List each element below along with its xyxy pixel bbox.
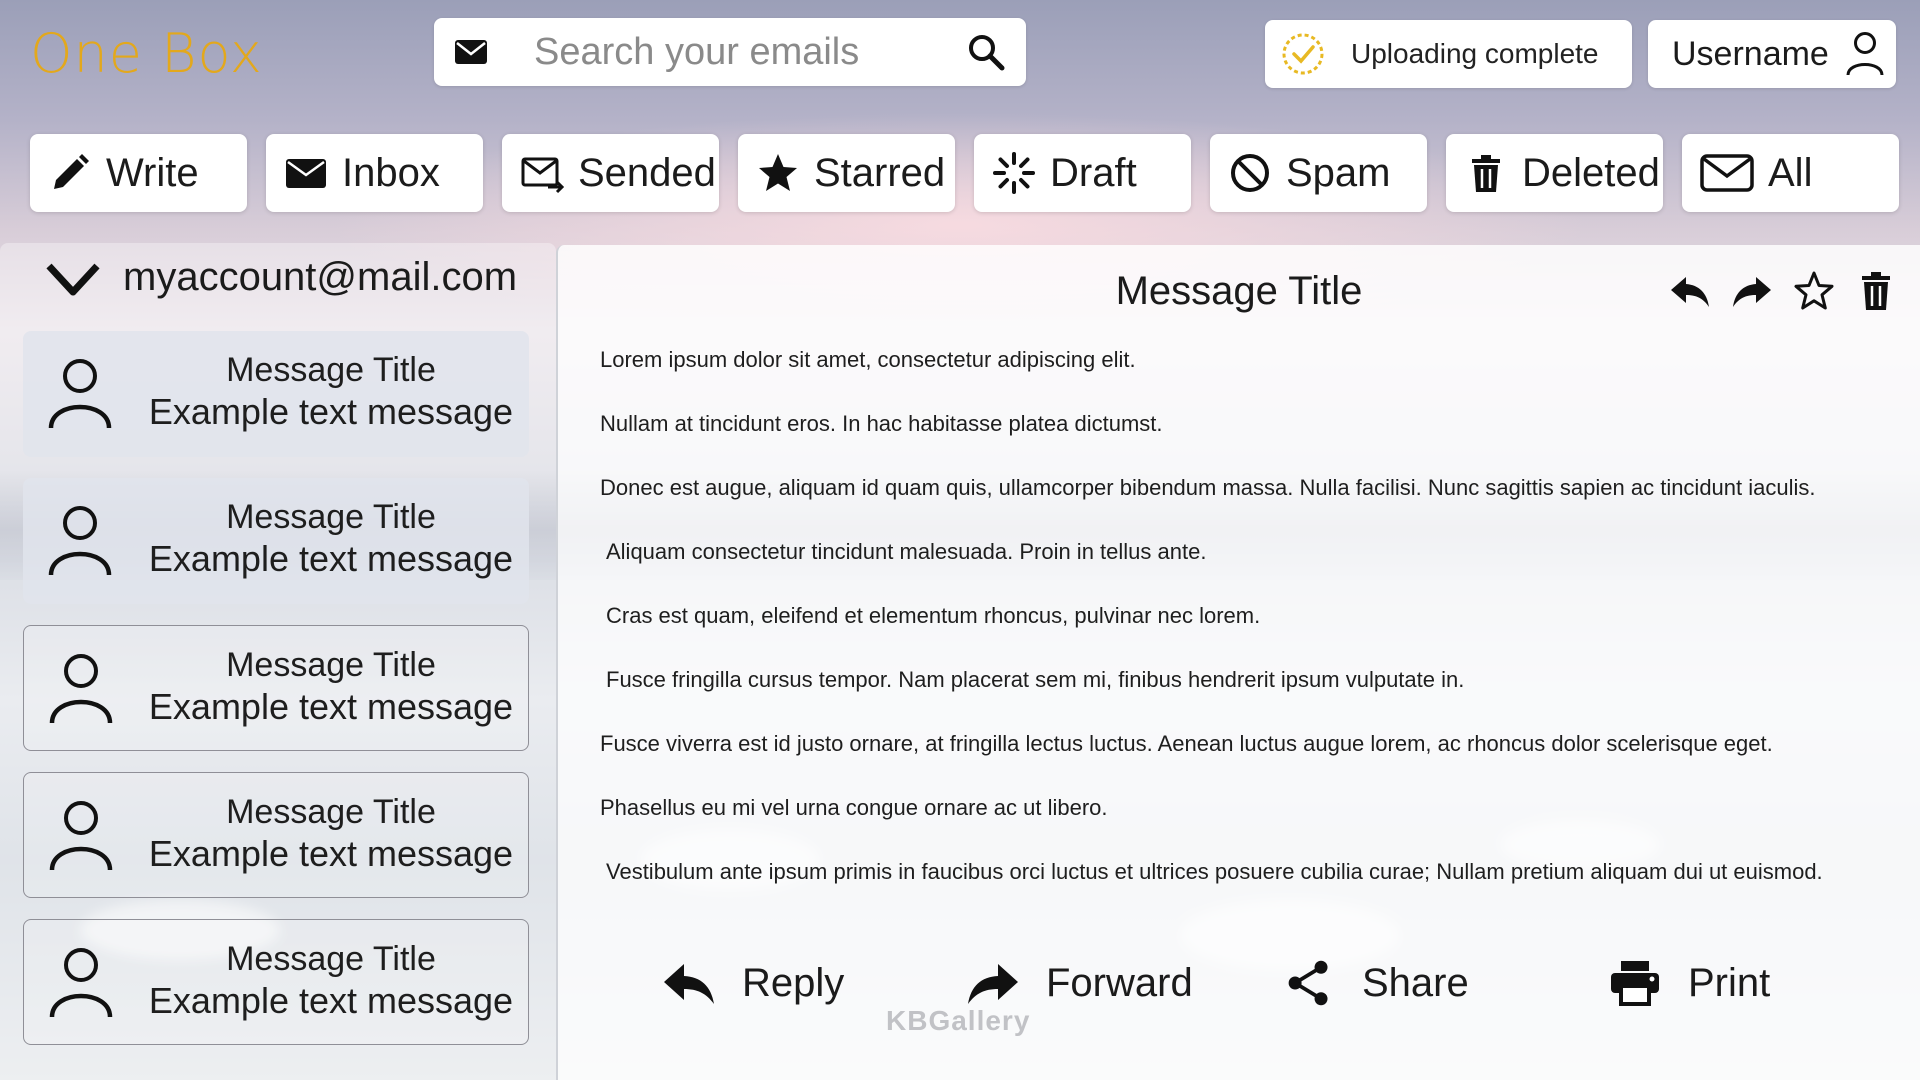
draft-label: Draft	[1050, 150, 1137, 195]
star-outline-icon[interactable]	[1792, 269, 1836, 313]
write-label: Write	[106, 150, 199, 195]
list-item[interactable]: Message Title Example text message	[23, 331, 529, 457]
account-selector[interactable]: myaccount@mail.com	[45, 255, 517, 300]
deleted-button[interactable]: Deleted	[1446, 134, 1663, 212]
reply-label: Reply	[742, 960, 845, 1005]
message-title: Message Title	[226, 940, 436, 978]
envelope-sent-icon	[521, 157, 564, 194]
list-item[interactable]: Message Title Example text message	[23, 478, 529, 604]
body-paragraph: Phasellus eu mi vel urna congue ornare a…	[600, 795, 1108, 820]
body-paragraph: Aliquam consectetur tincidunt malesuada.…	[606, 539, 1207, 564]
message-preview: Example text message	[148, 391, 514, 432]
share-icon	[1288, 960, 1328, 1006]
all-label: All	[1768, 150, 1813, 195]
deleted-label: Deleted	[1522, 150, 1660, 195]
mail-icon	[455, 40, 487, 64]
message-title: Message Title	[226, 351, 436, 389]
inbox-label: Inbox	[342, 150, 440, 195]
draft-button[interactable]: Draft	[974, 134, 1191, 212]
spam-label: Spam	[1286, 150, 1391, 195]
avatar-icon	[49, 801, 113, 871]
star-filled-icon	[759, 154, 797, 191]
avatar-icon	[48, 359, 112, 429]
message-preview: Example text message	[148, 686, 514, 727]
printer-icon	[1611, 961, 1659, 1006]
print-label: Print	[1688, 960, 1771, 1005]
upload-status: Uploading complete	[1265, 20, 1632, 88]
body-paragraph: Nullam at tincidunt eros. In hac habitas…	[600, 411, 1163, 436]
username-label: Username	[1672, 34, 1829, 73]
message-title: Message Title	[226, 498, 436, 536]
reply-icon[interactable]	[1668, 269, 1712, 313]
message-reader: Message Title Lorem ipsum dolor sit amet…	[556, 245, 1920, 1080]
forward-button[interactable]: Forward	[966, 958, 1193, 1008]
chevron-down-icon	[46, 263, 100, 295]
reader-actions: Reply Forward Share Print	[558, 950, 1920, 1030]
list-item[interactable]: Message Title Example text message	[23, 919, 529, 1045]
pencil-icon	[54, 154, 89, 189]
body-paragraph: Lorem ipsum dolor sit amet, consectetur …	[600, 347, 1136, 372]
all-button[interactable]: All	[1682, 134, 1899, 212]
upload-status-text: Uploading complete	[1351, 38, 1599, 69]
forward-label: Forward	[1046, 960, 1193, 1005]
print-button[interactable]: Print	[1608, 958, 1770, 1008]
message-list: Message Title Example text message Messa…	[23, 331, 529, 1066]
avatar-icon	[49, 654, 113, 724]
body-paragraph: Vestibulum ante ipsum primis in faucibus…	[606, 859, 1823, 884]
avatar-icon	[49, 948, 113, 1018]
reply-icon	[664, 964, 714, 1004]
trash-icon	[1472, 155, 1500, 192]
app-logo: One Box	[30, 22, 263, 85]
share-label: Share	[1362, 960, 1469, 1005]
starred-button[interactable]: Starred	[738, 134, 955, 212]
message-preview: Example text message	[148, 833, 514, 874]
list-item[interactable]: Message Title Example text message	[23, 625, 529, 751]
envelope-filled-icon	[286, 159, 326, 188]
starred-label: Starred	[814, 150, 946, 195]
user-icon	[1846, 32, 1884, 76]
upload-complete-icon	[1282, 33, 1324, 75]
sended-label: Sended	[578, 150, 716, 195]
body-paragraph: Fusce fringilla cursus tempor. Nam place…	[606, 667, 1465, 692]
folder-nav: Write Inbox Sended Starred Draft Spam De…	[30, 134, 1899, 212]
body-paragraph: Fusce viverra est id justo ornare, at fr…	[600, 731, 1773, 756]
search-input[interactable]	[534, 30, 954, 74]
message-title: Message Title	[226, 646, 436, 684]
reader-toolbar	[1668, 269, 1898, 313]
envelope-outline-icon	[1700, 154, 1754, 192]
body-paragraph: Cras est quam, eleifend et elementum rho…	[606, 603, 1261, 628]
write-button[interactable]: Write	[30, 134, 247, 212]
avatar-icon	[48, 506, 112, 576]
body-paragraph: Donec est augue, aliquam id quam quis, u…	[600, 475, 1816, 500]
forward-icon[interactable]	[1730, 269, 1774, 313]
share-button[interactable]: Share	[1282, 958, 1469, 1008]
forward-icon	[968, 964, 1018, 1004]
message-preview: Example text message	[148, 980, 514, 1021]
search-bar	[434, 18, 1026, 86]
message-title: Message Title	[226, 793, 436, 831]
spam-button[interactable]: Spam	[1210, 134, 1427, 212]
sended-button[interactable]: Sended	[502, 134, 719, 212]
account-email: myaccount@mail.com	[123, 255, 518, 299]
delete-icon[interactable]	[1854, 269, 1898, 313]
message-body: Lorem ipsum dolor sit amet, consectetur …	[600, 345, 1900, 921]
reply-button[interactable]: Reply	[662, 958, 844, 1008]
search-icon[interactable]	[966, 32, 1006, 72]
inbox-button[interactable]: Inbox	[266, 134, 483, 212]
user-menu[interactable]: Username	[1648, 20, 1896, 88]
block-icon	[1231, 154, 1269, 192]
watermark: KBGallery	[886, 1005, 1031, 1036]
message-preview: Example text message	[148, 538, 514, 579]
spinner-icon	[993, 152, 1035, 194]
list-item[interactable]: Message Title Example text message	[23, 772, 529, 898]
